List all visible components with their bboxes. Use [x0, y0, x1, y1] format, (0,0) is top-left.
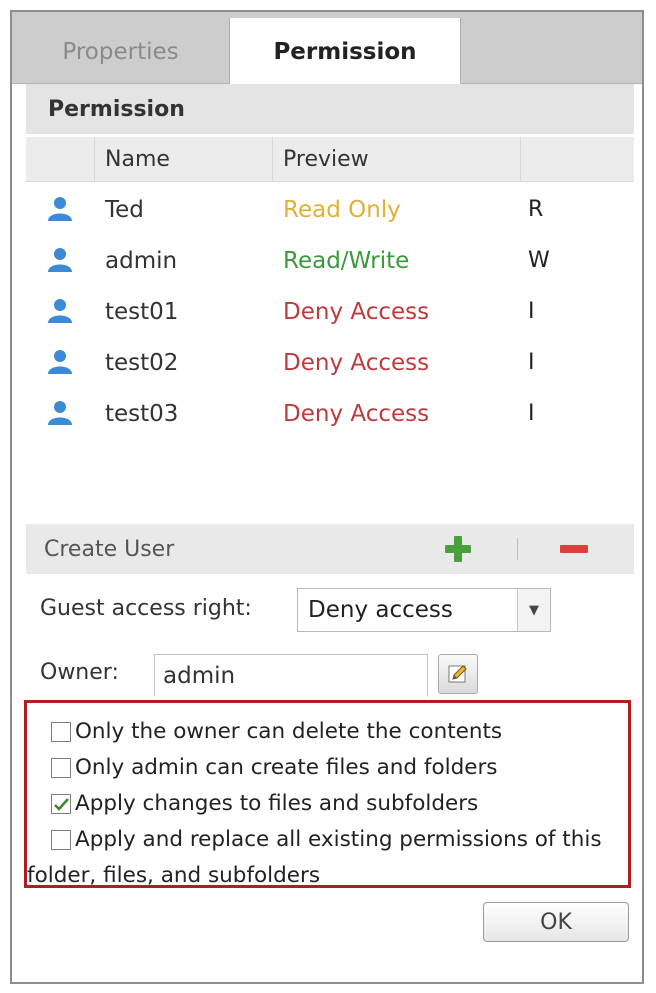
edit-icon [448, 665, 467, 683]
user-name: test03 [105, 400, 179, 427]
guest-access-label: Guest access right: [40, 596, 252, 621]
minus-icon [560, 545, 588, 553]
options-group: Only the owner can delete the contents O… [24, 700, 631, 888]
ok-button[interactable]: OK [483, 902, 629, 942]
user-preview: Read Only [283, 196, 401, 223]
toolbar-divider [517, 538, 518, 560]
section-title: Permission [26, 84, 634, 134]
option-label-line2: folder, files, and subfolders [27, 863, 321, 888]
user-icon [46, 196, 74, 222]
user-permission[interactable]: I [528, 337, 535, 388]
create-user-toolbar: Create User [26, 524, 634, 574]
user-name: test02 [105, 349, 179, 376]
guest-access-select[interactable]: Deny access ▼ [297, 588, 551, 632]
permission-dialog: Properties Permission Permission Name Pr… [10, 10, 644, 984]
user-permission[interactable]: W [528, 235, 550, 286]
user-icon [46, 298, 74, 324]
guest-access-value: Deny access [308, 597, 453, 623]
owner-label: Owner: [40, 660, 119, 685]
tab-permission[interactable]: Permission [229, 18, 461, 85]
user-icon [46, 400, 74, 426]
option-replace-permissions-continued: folder, files, and subfolders [27, 863, 320, 888]
user-preview: Deny Access [283, 349, 430, 376]
chevron-down-icon[interactable]: ▼ [517, 589, 550, 631]
table-row[interactable]: Ted Read Only R [26, 184, 634, 235]
apply-changes-checkbox[interactable] [51, 794, 71, 814]
user-preview: Deny Access [283, 400, 430, 427]
column-header-preview[interactable]: Preview [272, 137, 520, 181]
user-permission[interactable]: I [528, 388, 535, 439]
column-header-name[interactable]: Name [94, 137, 272, 181]
owner-field[interactable]: admin [154, 654, 428, 697]
plus-icon [445, 536, 471, 562]
replace-permissions-checkbox[interactable] [51, 830, 71, 850]
tab-bar: Properties Permission [12, 12, 642, 85]
owner-delete-checkbox[interactable] [51, 722, 71, 742]
user-name: admin [105, 247, 178, 274]
create-user-label[interactable]: Create User [44, 524, 174, 574]
table-row[interactable]: test02 Deny Access I [26, 337, 634, 388]
checkmark-icon [54, 798, 69, 811]
user-name: Ted [105, 196, 144, 223]
table-row[interactable]: test01 Deny Access I [26, 286, 634, 337]
user-name: test01 [105, 298, 179, 325]
add-user-button[interactable] [444, 535, 472, 563]
table-row[interactable]: admin Read/Write W [26, 235, 634, 286]
remove-user-button[interactable] [559, 535, 589, 563]
tab-properties[interactable]: Properties [12, 20, 229, 84]
column-header-permission[interactable] [520, 137, 624, 181]
option-label-line1: Apply and replace all existing permissio… [75, 827, 602, 852]
user-permission[interactable]: I [528, 286, 535, 337]
user-preview: Deny Access [283, 298, 430, 325]
table-row[interactable]: test03 Deny Access I [26, 388, 634, 439]
admin-create-checkbox[interactable] [51, 758, 71, 778]
user-permission[interactable]: R [528, 184, 543, 235]
option-label: Apply changes to files and subfolders [75, 791, 479, 816]
edit-owner-button[interactable] [438, 654, 478, 694]
option-label: Only the owner can delete the contents [75, 719, 503, 744]
user-icon [46, 349, 74, 375]
table-header: Name Preview [26, 137, 634, 182]
option-label: Only admin can create files and folders [75, 755, 498, 780]
user-preview: Read/Write [283, 247, 410, 274]
user-icon [46, 247, 74, 273]
